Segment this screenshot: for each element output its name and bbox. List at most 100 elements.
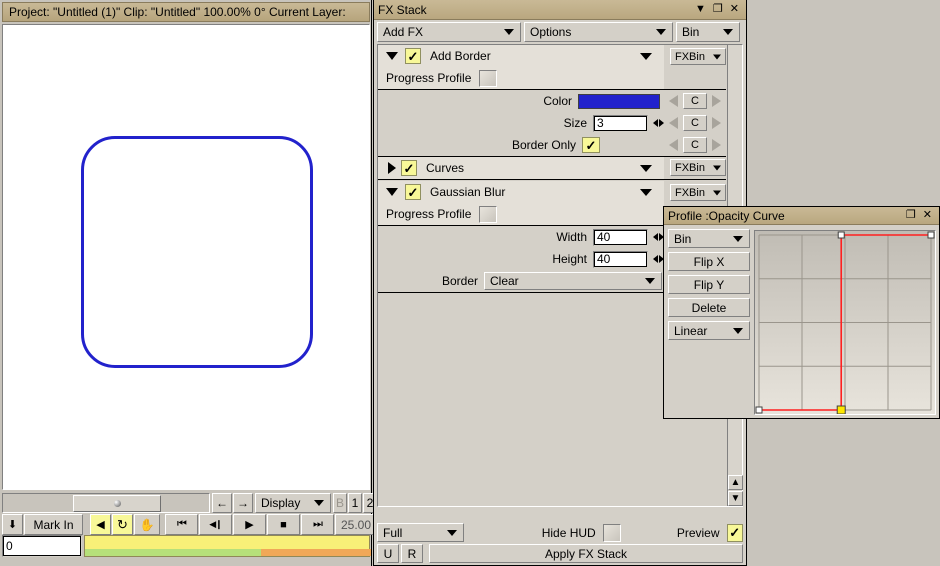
fx-menu-chevron-icon[interactable] (640, 164, 652, 172)
layer-b-label: B (335, 496, 344, 510)
fx-bin-button-add-border[interactable]: FXBin (670, 48, 726, 65)
chevron-down-icon (713, 54, 721, 59)
layer-1-label: 1 (351, 496, 359, 510)
interpolation-combo[interactable]: Linear (668, 321, 750, 340)
down-arrow-icon: ⬇ (7, 519, 18, 531)
curve-plot (755, 231, 935, 414)
fx-bin-button-curves[interactable]: FXBin (670, 159, 726, 176)
keyframe-c-button[interactable]: C (683, 115, 707, 131)
profile-bin-combo[interactable]: Bin (668, 229, 750, 248)
go-to-end-button[interactable]: ⏭ (301, 514, 334, 535)
hide-hud-checkbox[interactable] (602, 523, 621, 542)
play-icon: ▶ (245, 519, 254, 531)
mark-in-arrow-button[interactable]: ⬇ (2, 514, 23, 535)
layer-b-button[interactable]: B (333, 493, 347, 513)
flip-y-button[interactable]: Flip Y (668, 275, 750, 294)
loop-cycle-button[interactable]: ↻ (112, 514, 133, 535)
border-only-checkbox[interactable] (582, 137, 600, 153)
scroll-up-button[interactable]: ▲ (728, 475, 743, 490)
size-spinner[interactable] (653, 116, 664, 130)
border-mode-combo[interactable]: Clear (484, 272, 662, 290)
color-swatch[interactable] (578, 93, 660, 109)
transport-bar: ⬇ Mark In ◀ ↻ ✋ ⏮ ◀❙ ▶ ■ ⏭ 25.00 (2, 514, 377, 535)
layer-1-button[interactable]: 1 (348, 493, 362, 513)
width-value: 40 (597, 230, 611, 244)
left-arrow-icon: ← (216, 496, 228, 510)
bin-combo[interactable]: Bin (676, 22, 740, 42)
close-icon[interactable]: ✕ (923, 210, 932, 221)
triangle-right-icon[interactable] (388, 162, 396, 174)
prev-keyframe-icon[interactable] (669, 139, 678, 151)
height-input[interactable]: 40 (593, 250, 648, 268)
next-keyframe-icon[interactable] (712, 139, 721, 151)
fx-bin-button-gaussian-blur[interactable]: FXBin (670, 184, 726, 201)
flip-x-button[interactable]: Flip X (668, 252, 750, 271)
go-to-start-button[interactable]: ⏮ (165, 514, 198, 535)
fx-item-curves-header[interactable]: Curves (378, 157, 664, 179)
scroll-down-button[interactable]: ▼ (728, 491, 743, 506)
triangle-down-icon[interactable] (386, 52, 398, 60)
fps-display[interactable]: 25.00 (335, 514, 377, 535)
param-row-size: Size 3 (378, 112, 664, 134)
chevron-down-icon[interactable]: ▼ (695, 4, 706, 15)
profile-titlebar[interactable]: Profile :Opacity Curve ❐ ✕ (664, 207, 939, 225)
step-back-button[interactable]: ◀❙ (199, 514, 232, 535)
hand-pan-button[interactable]: ✋ (134, 514, 160, 535)
param-row-width: Width 40 (378, 226, 664, 248)
application-window: Project: "Untitled (1)" Clip: "Untitled"… (0, 0, 940, 566)
close-icon[interactable]: ✕ (730, 4, 739, 15)
loop-left-button[interactable]: ◀ (90, 514, 111, 535)
chevron-down-icon (723, 29, 733, 35)
fx-enable-checkbox[interactable] (405, 48, 421, 64)
progress-profile-swatch[interactable] (479, 205, 498, 223)
zoom-slider-thumb[interactable] (73, 495, 161, 512)
param-label-width: Width (556, 230, 587, 244)
stop-button[interactable]: ■ (267, 514, 300, 535)
timeline-track[interactable] (84, 535, 371, 557)
profile-sidebar: Bin Flip X Flip Y Delete Linear (668, 229, 750, 344)
delete-point-button[interactable]: Delete (668, 298, 750, 317)
flip-x-label: Flip X (693, 254, 725, 269)
profile-bin-label: Bin (674, 231, 692, 246)
prev-keyframe-icon[interactable] (669, 95, 678, 107)
prev-frame-button[interactable]: ← (212, 493, 232, 513)
param-nav-border-only: C (664, 134, 726, 156)
display-mode-combo[interactable]: Display (255, 493, 331, 513)
next-frame-button[interactable]: → (233, 493, 253, 513)
play-button[interactable]: ▶ (233, 514, 266, 535)
mark-in-button[interactable]: Mark In (24, 514, 83, 535)
param-row-border: Border Clear (378, 270, 664, 292)
progress-profile-swatch[interactable] (479, 69, 498, 87)
zoom-slider-track[interactable] (2, 493, 210, 513)
fx-item-gaussian-blur-header[interactable]: Gaussian Blur (378, 181, 664, 203)
fx-enable-checkbox[interactable] (405, 184, 421, 200)
keyframe-c-button[interactable]: C (683, 137, 707, 153)
restore-icon[interactable]: ❐ (906, 210, 916, 221)
next-keyframe-icon[interactable] (712, 117, 721, 129)
quality-combo[interactable]: Full (377, 523, 464, 542)
add-fx-combo[interactable]: Add FX (377, 22, 521, 42)
current-frame-input[interactable]: 0 (2, 535, 82, 557)
preview-checkbox[interactable] (726, 523, 743, 542)
fx-menu-chevron-icon[interactable] (640, 52, 652, 60)
fx-item-add-border-header[interactable]: Add Border (378, 45, 664, 67)
keyframe-c-button[interactable]: C (683, 93, 707, 109)
undo-button[interactable]: U (377, 544, 399, 563)
fx-stack-titlebar[interactable]: FX Stack ▼ ❐ ✕ (374, 0, 746, 20)
redo-button[interactable]: R (401, 544, 423, 563)
prev-keyframe-icon[interactable] (669, 117, 678, 129)
size-input[interactable]: 3 (593, 114, 648, 132)
loop-cycle-icon: ↻ (117, 516, 128, 532)
fx-enable-checkbox[interactable] (401, 160, 417, 176)
apply-fx-stack-button[interactable]: Apply FX Stack (429, 544, 743, 563)
fx-menu-chevron-icon[interactable] (640, 188, 652, 196)
canvas-viewport[interactable] (2, 24, 370, 490)
next-keyframe-icon[interactable] (712, 95, 721, 107)
undo-label: U (383, 546, 393, 561)
fps-value: 25.00 (340, 517, 372, 532)
options-combo[interactable]: Options (524, 22, 673, 42)
width-input[interactable]: 40 (593, 228, 648, 246)
restore-icon[interactable]: ❐ (713, 4, 723, 15)
triangle-down-icon[interactable] (386, 188, 398, 196)
opacity-curve-graph[interactable] (754, 230, 936, 415)
